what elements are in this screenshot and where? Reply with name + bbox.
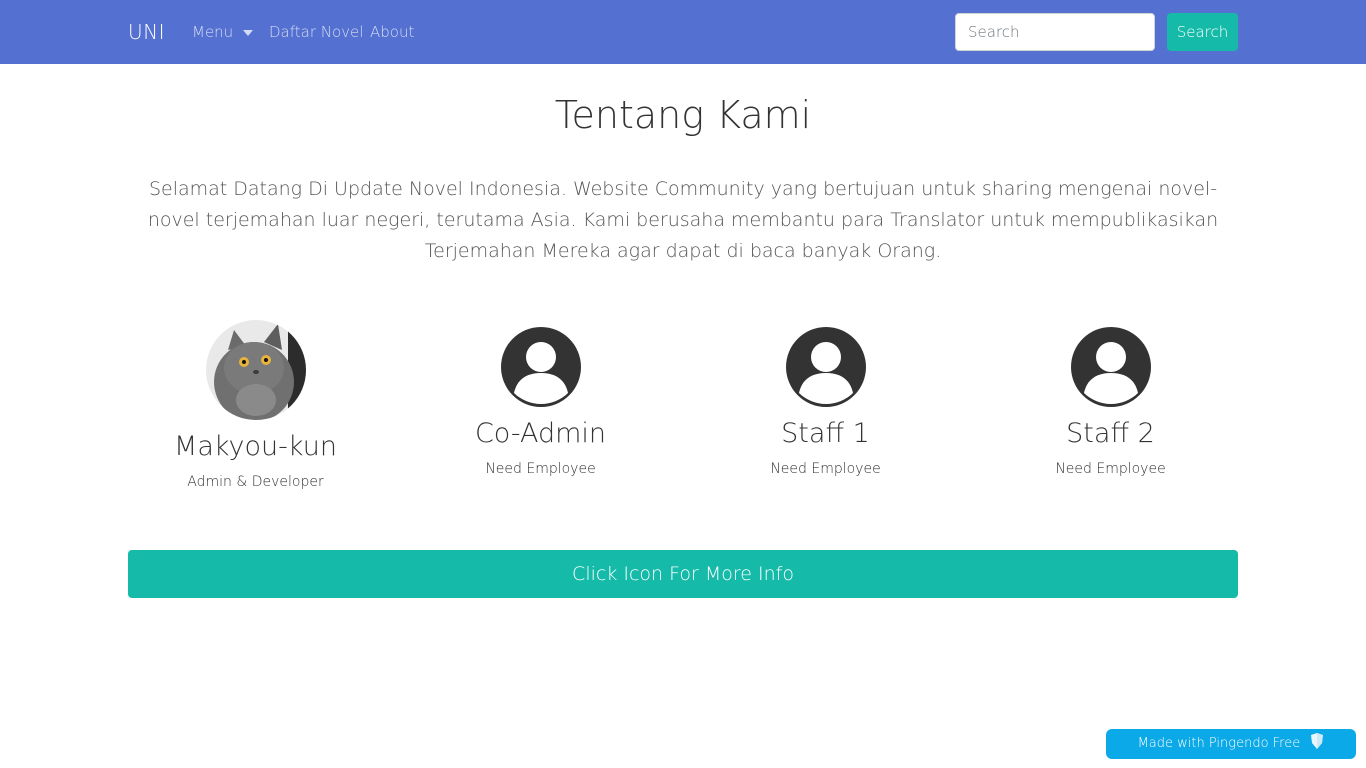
member-role: Need Employee xyxy=(1055,461,1166,477)
pingendo-badge[interactable]: Made with Pingendo Free xyxy=(1106,729,1356,759)
caret-down-icon[interactable] xyxy=(243,30,253,36)
more-info-button[interactable]: Click Icon For More Info xyxy=(128,550,1238,598)
admin-avatar-link[interactable] xyxy=(113,320,398,420)
search-button[interactable]: Search xyxy=(1167,13,1238,51)
user-circle-icon[interactable] xyxy=(500,327,581,407)
member-name: Staff 1 xyxy=(781,418,870,449)
member-name: Makyou-kun xyxy=(174,431,337,462)
intro-text: Selamat Datang Di Update Novel Indonesia… xyxy=(147,178,1219,262)
search-input[interactable] xyxy=(955,13,1155,51)
co-admin-avatar-link[interactable] xyxy=(398,327,683,407)
team-member-co-admin: Co-Admin Need Employee xyxy=(398,320,683,479)
member-name: Co-Admin xyxy=(474,418,607,449)
top-navbar: UNI Menu Daftar Novel About Search xyxy=(0,0,1366,64)
user-circle-icon[interactable] xyxy=(1070,327,1151,407)
pingendo-logo-icon xyxy=(1311,733,1324,749)
cat-avatar[interactable] xyxy=(205,320,306,420)
brand-link[interactable]: UNI xyxy=(128,20,165,44)
member-name: Staff 2 xyxy=(1066,418,1155,449)
staff-2-avatar-link[interactable] xyxy=(968,327,1253,407)
member-role: Admin & Developer xyxy=(187,474,324,490)
team-member-staff-1: Staff 1 Need Employee xyxy=(683,320,968,479)
nav-about[interactable]: About xyxy=(370,23,414,41)
page-title: Tentang Kami xyxy=(554,93,812,137)
staff-1-avatar-link[interactable] xyxy=(683,327,968,407)
team-member-admin: Makyou-kun Admin & Developer xyxy=(113,320,398,492)
user-circle-icon[interactable] xyxy=(785,327,866,407)
team-member-staff-2: Staff 2 Need Employee xyxy=(968,320,1253,479)
member-role: Need Employee xyxy=(770,461,881,477)
badge-label: Made with Pingendo Free xyxy=(1137,736,1301,751)
member-role: Need Employee xyxy=(485,461,596,477)
nav-menu-dropdown[interactable]: Menu xyxy=(192,23,233,41)
nav-daftar-novel[interactable]: Daftar Novel xyxy=(269,23,363,41)
